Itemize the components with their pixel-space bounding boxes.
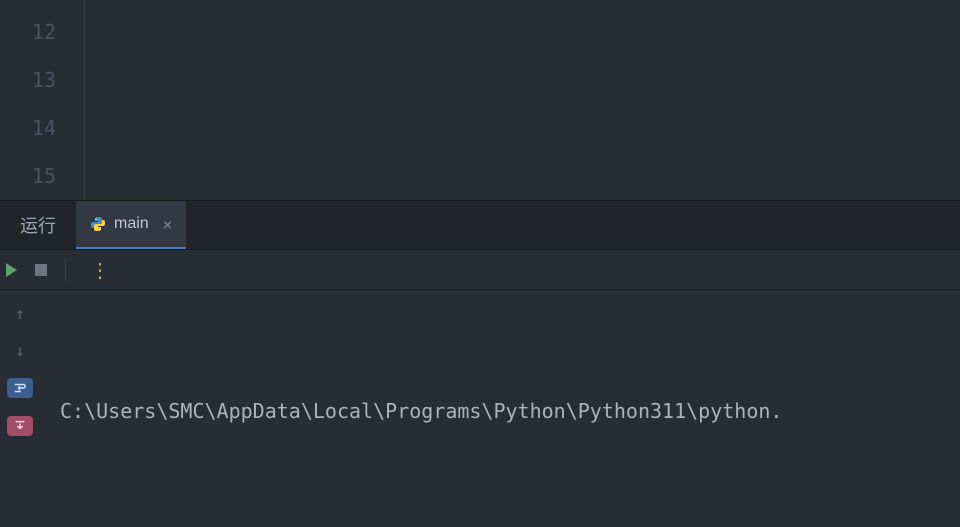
line-number: 14 bbox=[0, 104, 84, 152]
code-line-12 bbox=[95, 104, 649, 152]
console-sidebar: ↑ ↓ bbox=[0, 290, 40, 527]
soft-wrap-icon[interactable] bbox=[7, 378, 33, 398]
python-icon bbox=[90, 216, 106, 232]
run-panel-label: 运行 bbox=[0, 201, 76, 249]
run-tabbar: 运行 main × bbox=[0, 200, 960, 250]
close-icon[interactable]: × bbox=[163, 215, 173, 234]
scroll-end-icon[interactable] bbox=[7, 416, 33, 436]
stop-icon[interactable] bbox=[35, 264, 47, 276]
more-icon[interactable]: ⋮ bbox=[90, 260, 110, 280]
divider bbox=[65, 258, 66, 282]
up-arrow-icon[interactable]: ↑ bbox=[15, 304, 25, 323]
play-icon[interactable] bbox=[6, 263, 17, 277]
code-area[interactable]: user_input = input("Please enter somethi… bbox=[85, 0, 649, 200]
console-output[interactable]: C:\Users\SMC\AppData\Local\Programs\Pyth… bbox=[40, 290, 960, 527]
line-gutter: 12 13 14 15 bbox=[0, 0, 85, 200]
tab-name: main bbox=[114, 215, 149, 233]
console-line-path: C:\Users\SMC\AppData\Local\Programs\Pyth… bbox=[60, 390, 950, 432]
line-number: 12 bbox=[0, 8, 84, 56]
console-line-prompt: Please enter something: ? ? ? bbox=[60, 516, 950, 527]
run-toolbar: ⋮ bbox=[0, 250, 960, 290]
line-number: 13 bbox=[0, 56, 84, 104]
tab-main[interactable]: main × bbox=[76, 201, 186, 249]
line-number: 15 bbox=[0, 152, 84, 200]
console-panel: ↑ ↓ C:\Users\SMC\AppData\Local\Programs\… bbox=[0, 290, 960, 527]
down-arrow-icon[interactable]: ↓ bbox=[15, 341, 25, 360]
code-editor: 12 13 14 15 user_input = input("Please e… bbox=[0, 0, 960, 200]
